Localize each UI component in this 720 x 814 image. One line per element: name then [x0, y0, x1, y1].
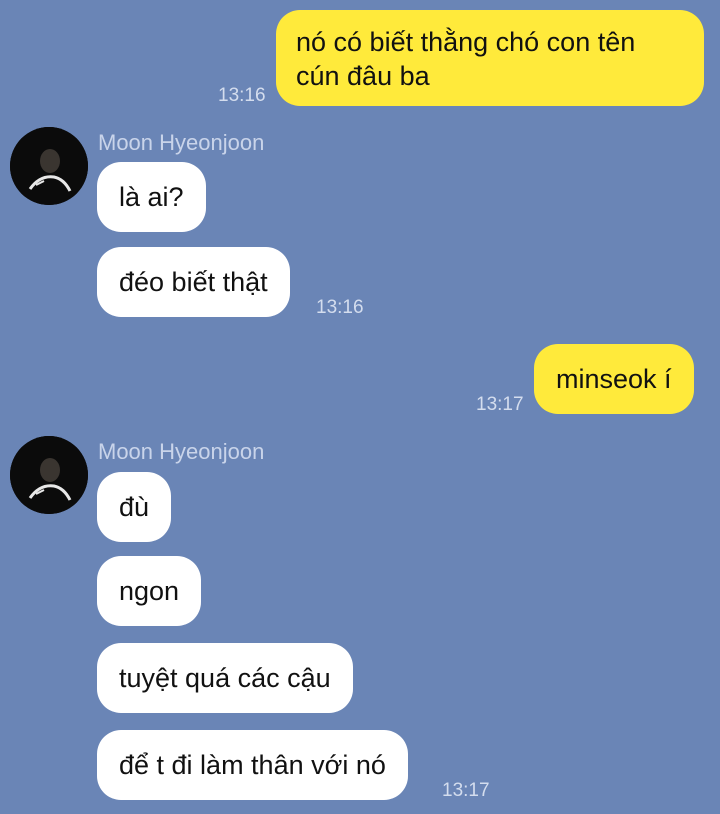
avatar[interactable]: [10, 436, 88, 514]
sender-name: Moon Hyeonjoon: [98, 439, 265, 464]
message-text: là ai?: [119, 182, 184, 212]
avatar-image: [10, 436, 88, 514]
message-timestamp: 13:16: [316, 297, 364, 318]
message-text: ngon: [119, 576, 180, 606]
message-timestamp: 13:17: [442, 780, 490, 801]
message-text: tuyệt quá các cậu: [119, 663, 331, 693]
message-timestamp: 13:17: [476, 394, 524, 415]
avatar[interactable]: [10, 127, 88, 205]
incoming-message-bubble[interactable]: là ai?: [97, 162, 206, 232]
incoming-message-bubble[interactable]: tuyệt quá các cậu: [97, 643, 353, 713]
message-text-line: cún đâu ba: [296, 61, 430, 91]
outgoing-message-bubble[interactable]: minseok í: [534, 344, 694, 414]
message-text: minseok í: [556, 364, 672, 394]
message-text: đù: [119, 492, 150, 522]
incoming-message-bubble[interactable]: đù: [97, 472, 172, 542]
incoming-message-bubble[interactable]: để t đi làm thân với nó: [97, 730, 408, 800]
incoming-message-bubble[interactable]: đéo biết thật: [97, 247, 290, 317]
message-text: để t đi làm thân với nó: [119, 750, 386, 780]
sender-name: Moon Hyeonjoon: [98, 130, 265, 155]
incoming-message-bubble[interactable]: ngon: [97, 556, 202, 626]
avatar-image: [10, 127, 88, 205]
message-timestamp: 13:16: [218, 85, 266, 106]
outgoing-message-bubble[interactable]: nó có biết thằng chó con tên cún đâu ba: [276, 10, 704, 106]
message-text: đéo biết thật: [119, 267, 268, 297]
message-text-line: nó có biết thằng chó con tên: [296, 27, 636, 57]
